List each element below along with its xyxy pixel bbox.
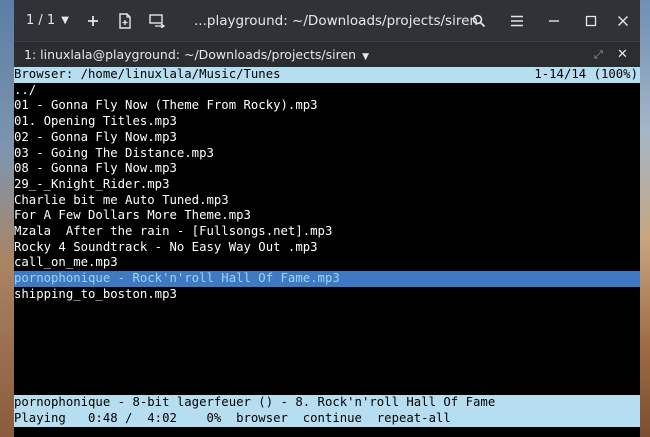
hamburger-menu-icon [511,15,523,26]
maximize-icon [585,15,597,26]
broadcast-button[interactable] [144,0,170,41]
terminal-screen[interactable]: Browser: /home/linuxlala/Music/Tunes 1-1… [14,67,640,437]
terminal-tab[interactable]: 1: linuxlala@playground: ~/Downloads/pro… [24,42,369,68]
file-row[interactable]: Charlie bit me Auto Tuned.mp3 [14,193,640,209]
browser-position: 1-14/14 (100%) [534,67,638,81]
chevron-down-icon: ▼ [362,52,370,62]
plus-icon [88,15,98,26]
close-tab-icon[interactable]: ✕ [617,42,628,68]
desktop-background-right [640,0,650,437]
file-row[interactable]: 29_-_Knight_Rider.mp3 [14,177,640,193]
search-button[interactable] [466,0,492,41]
browser-path: Browser: /home/linuxlala/Music/Tunes [14,67,281,81]
search-icon [472,14,486,27]
file-row[interactable]: 02 - Gonna Fly Now.mp3 [14,130,640,146]
menu-button[interactable] [504,0,530,41]
file-row[interactable]: shipping_to_boston.mp3 [14,287,640,303]
close-button[interactable] [610,0,636,41]
new-window-icon [119,12,131,29]
expand-icon[interactable]: ⤢ [594,42,603,68]
terminal-counter-dropdown[interactable]: 1 / 1 ▼ [26,0,69,41]
file-row[interactable]: Mzala After the rain - [Fullsongs.net].m… [14,224,640,240]
terminal-window: 1 / 1 ▼ ...playground: ~/Downloads/proje… [14,0,640,437]
file-row[interactable]: 03 - Going The Distance.mp3 [14,146,640,162]
close-icon [618,15,628,26]
file-row[interactable]: 01. Opening Titles.mp3 [14,114,640,130]
broadcast-icon [149,13,165,28]
terminal-tab-bar: 1: linuxlala@playground: ~/Downloads/pro… [14,41,640,68]
tab-label: 1: linuxlala@playground: ~/Downloads/pro… [24,47,357,62]
new-window-button[interactable] [112,0,138,41]
terminal-counter: 1 / 1 [26,13,56,28]
desktop-background-left [0,0,14,437]
add-terminal-button[interactable] [80,0,106,41]
window-title: ...playground: ~/Downloads/projects/sire… [194,12,478,29]
file-row[interactable]: 08 - Gonna Fly Now.mp3 [14,161,640,177]
chevron-down-icon: ▼ [61,15,69,26]
file-row-selected[interactable]: pornophonique - Rock'n'roll Hall Of Fame… [14,271,640,287]
file-row[interactable]: 01 - Gonna Fly Now (Theme From Rocky).mp… [14,98,640,114]
minimize-button[interactable] [541,0,567,41]
current-track-bar: pornophonique - 8-bit lagerfeuer () - 8.… [14,395,640,411]
file-row[interactable]: Rocky 4 Soundtrack - No Easy Way Out .mp… [14,240,640,256]
minimize-icon [549,19,559,22]
playback-status-bar: Playing 0:48 / 4:02 0% browser continue … [14,411,640,427]
browser-header: Browser: /home/linuxlala/Music/Tunes 1-1… [14,67,640,83]
maximize-button[interactable] [578,0,604,41]
file-row[interactable]: ../ [14,83,640,99]
file-row[interactable]: call_on_me.mp3 [14,255,640,271]
file-row[interactable]: For A Few Dollars More Theme.mp3 [14,208,640,224]
window-titlebar: 1 / 1 ▼ ...playground: ~/Downloads/proje… [14,0,640,41]
